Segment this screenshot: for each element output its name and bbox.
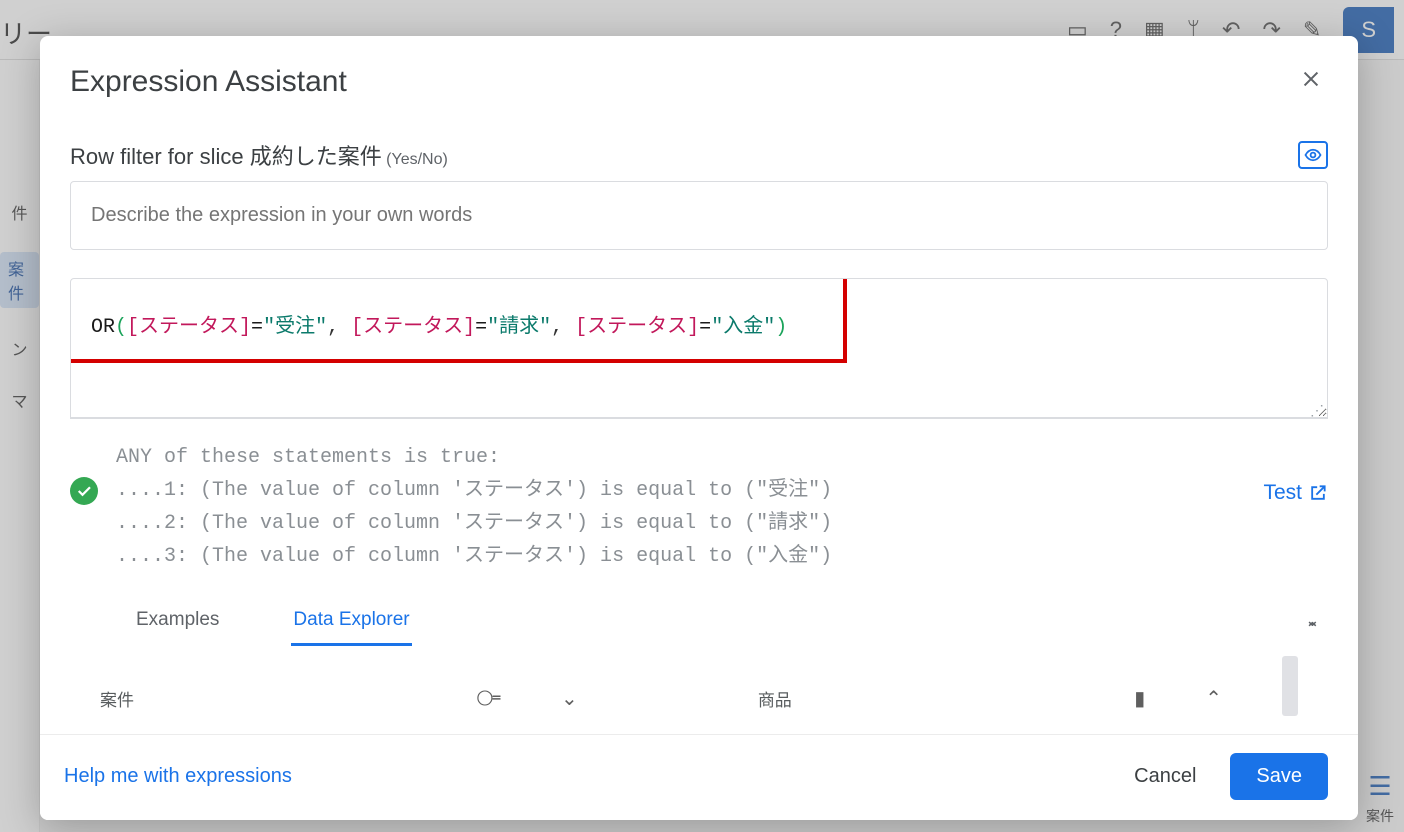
- row-filter-subheader: Row filter for slice 成約した案件 (Yes/No): [70, 139, 448, 171]
- scrollbar-thumb[interactable]: [1282, 656, 1298, 716]
- expression-editor[interactable]: OR([ステータス]="受注", [ステータス]="請求", [ステータス]="…: [70, 278, 1328, 418]
- expression-editor-wrap: OR([ステータス]="受注", [ステータス]="請求", [ステータス]="…: [70, 278, 1328, 419]
- tab-data-explorer[interactable]: Data Explorer: [291, 603, 411, 646]
- save-button[interactable]: Save: [1230, 753, 1328, 800]
- background-rightbar: ☰ 案件: [1366, 771, 1394, 826]
- list-icon: ☰: [1368, 771, 1391, 802]
- validation-text: ANY of these statements is true: ....1: …: [116, 441, 832, 573]
- subheader-type: (Yes/No): [382, 151, 448, 168]
- tab-examples[interactable]: Examples: [134, 603, 221, 646]
- explorer-table-right[interactable]: 商品: [758, 686, 792, 711]
- chevron-down-icon[interactable]: ⌄: [561, 686, 578, 711]
- modal-title: Expression Assistant: [70, 65, 347, 99]
- subheader-slice-name: 成約した案件: [250, 144, 382, 169]
- preview-toggle-button[interactable]: [1298, 141, 1328, 169]
- help-link[interactable]: Help me with expressions: [64, 765, 292, 788]
- tabs: Examples Data Explorer: [70, 603, 412, 646]
- description-input[interactable]: [70, 181, 1328, 250]
- sidebar-item: 件: [11, 200, 27, 224]
- check-circle-icon: [70, 477, 98, 505]
- tabs-row: Examples Data Explorer ⌄⌃: [70, 603, 1328, 646]
- data-explorer-strip: 案件 ⧃ ⌄ 商品 ▮ ⌃: [70, 680, 1328, 716]
- modal-footer: Help me with expressions Cancel Save: [40, 734, 1358, 820]
- validation-left: ANY of these statements is true: ....1: …: [70, 441, 832, 573]
- chevron-up-icon[interactable]: ⌃: [1205, 686, 1222, 711]
- sidebar-item: マ: [11, 388, 27, 412]
- expression-assistant-modal: Expression Assistant Row filter for slic…: [40, 36, 1358, 820]
- validation-row: ANY of these statements is true: ....1: …: [70, 441, 1328, 573]
- close-icon[interactable]: [1294, 60, 1328, 103]
- bookmark-icon[interactable]: ▮: [1134, 686, 1145, 711]
- filter-off-icon[interactable]: ⧃: [476, 685, 501, 711]
- collapse-icon[interactable]: ⌄⌃: [1297, 615, 1328, 635]
- subheader-prefix: Row filter for slice: [70, 144, 250, 169]
- cancel-button[interactable]: Cancel: [1134, 765, 1196, 788]
- resize-grip-icon[interactable]: ⋰: [1310, 402, 1324, 416]
- modal-body: Row filter for slice 成約した案件 (Yes/No) OR(…: [40, 111, 1358, 734]
- sidebar-item: ン: [11, 336, 27, 360]
- background-sidebar: 件 案件 ン マ: [0, 60, 40, 832]
- modal-header: Expression Assistant: [40, 36, 1358, 111]
- sidebar-item: 案件: [0, 252, 39, 308]
- rightbar-label: 案件: [1366, 806, 1394, 826]
- explorer-table-left[interactable]: 案件: [100, 686, 134, 711]
- test-label: Test: [1263, 481, 1302, 505]
- open-in-new-icon: [1308, 483, 1328, 503]
- test-button[interactable]: Test: [1263, 481, 1328, 505]
- footer-actions: Cancel Save: [1134, 753, 1328, 800]
- subheader-row: Row filter for slice 成約した案件 (Yes/No): [70, 139, 1328, 171]
